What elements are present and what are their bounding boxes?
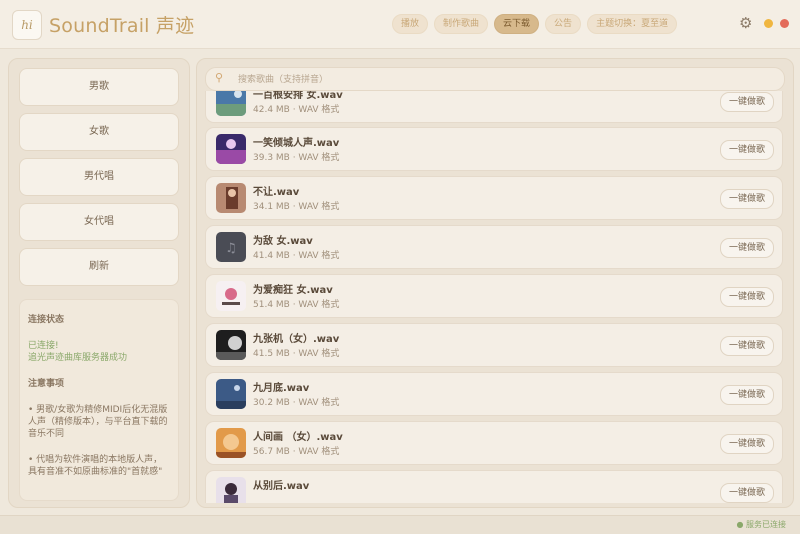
song-title: 人间画 （女）.wav: [253, 432, 343, 443]
song-meta: 42.4 MB · WAV 格式: [253, 105, 340, 115]
gear-icon[interactable]: ⚙: [739, 14, 752, 32]
song-title: 不让.wav: [253, 187, 300, 198]
list-item: 一笑倾城人声.wav 39.3 MB · WAV 格式 一键做歌: [205, 127, 783, 171]
make-song-button[interactable]: 一键做歌: [719, 189, 774, 209]
tab-theme-switch[interactable]: 主题切换：夏至道: [587, 14, 678, 34]
search-input[interactable]: [236, 71, 760, 89]
song-title: 为敌 女.wav: [253, 236, 313, 247]
notes-heading: 注意事项: [28, 379, 65, 389]
app-window: hi SoundTrail 声迹 播放 制作歌曲 云下载 公告 主题切换：夏至道…: [0, 0, 800, 534]
minimize-button[interactable]: [764, 19, 773, 28]
make-song-button[interactable]: 一键做歌: [719, 434, 774, 454]
sidebar-item-female-cover[interactable]: 女代唱: [19, 203, 179, 241]
song-meta: 34.1 MB · WAV 格式: [253, 202, 340, 212]
app-title: SoundTrail 声迹: [49, 15, 195, 37]
album-cover: [216, 330, 246, 360]
tab-announcements[interactable]: 公告: [545, 14, 582, 34]
list-item: ♫ 为敌 女.wav 41.4 MB · WAV 格式 一键做歌: [205, 225, 783, 269]
logo-text: hi: [21, 18, 33, 32]
song-meta: 41.5 MB · WAV 格式: [253, 349, 340, 359]
list-item: 为爱痴狂 女.wav 51.4 MB · WAV 格式 一键做歌: [205, 274, 783, 318]
list-item: 不让.wav 34.1 MB · WAV 格式 一键做歌: [205, 176, 783, 220]
song-title: 一笑倾城人声.wav: [253, 138, 340, 149]
song-meta: 39.3 MB · WAV 格式: [253, 153, 340, 163]
song-meta: 56.7 MB · WAV 格式: [253, 447, 340, 457]
list-item: 人间画 （女）.wav 56.7 MB · WAV 格式 一键做歌: [205, 421, 783, 465]
song-meta: 30.2 MB · WAV 格式: [253, 398, 340, 408]
album-cover: [216, 379, 246, 409]
album-cover: [216, 477, 246, 503]
tab-make-song[interactable]: 制作歌曲: [434, 14, 489, 34]
song-title: 从别后.wav: [253, 481, 310, 492]
song-title: 九张机（女）.wav: [253, 334, 340, 345]
album-cover: [216, 183, 246, 213]
top-nav: 播放 制作歌曲 云下载 公告 主题切换：夏至道: [392, 14, 678, 34]
list-item: 九张机（女）.wav 41.5 MB · WAV 格式 一键做歌: [205, 323, 783, 367]
sidebar-item-female-songs[interactable]: 女歌: [19, 113, 179, 151]
make-song-button[interactable]: 一键做歌: [719, 92, 774, 112]
list-item: 从别后.wav 一键做歌: [205, 470, 783, 503]
make-song-button[interactable]: 一键做歌: [719, 483, 774, 503]
status-bar: ● 服务已连接: [0, 515, 800, 534]
make-song-button[interactable]: 一键做歌: [719, 238, 774, 258]
album-cover: [216, 281, 246, 311]
sidebar-item-male-cover[interactable]: 男代唱: [19, 158, 179, 196]
status-heading: 连接状态: [28, 315, 65, 325]
album-cover: [216, 134, 246, 164]
search-icon: ⚲: [215, 71, 224, 84]
search-bar: ⚲: [205, 67, 785, 91]
note-item: • 男歌/女歌为精修MIDI后化无混版人声（精修版本），与平台直下载的音乐不同: [28, 405, 168, 439]
album-cover: ♫: [216, 232, 246, 262]
connection-status-card: 连接状态 已连接! 追光声迹曲库服务器成功 注意事项 • 男歌/女歌为精修MID…: [19, 299, 179, 501]
make-song-button[interactable]: 一键做歌: [719, 140, 774, 160]
tab-play[interactable]: 播放: [392, 14, 429, 34]
list-item: 一百根安排 女.wav 42.4 MB · WAV 格式 一键做歌: [205, 91, 783, 123]
note-item: • 代唱为软件演唱的本地版人声，具有音准不如原曲标准的"首就感": [28, 455, 163, 477]
status-detail: 追光声迹曲库服务器成功: [28, 353, 128, 363]
song-list-panel: ⚲ 一百根安排 女.wav 42.4 MB · WAV 格式 一键做歌 一笑倾城…: [196, 58, 794, 508]
song-meta: 41.4 MB · WAV 格式: [253, 251, 340, 261]
sidebar-item-male-songs[interactable]: 男歌: [19, 68, 179, 106]
svg-text:♫: ♫: [225, 241, 237, 256]
title-bar: hi SoundTrail 声迹 播放 制作歌曲 云下载 公告 主题切换：夏至道…: [0, 0, 800, 49]
close-button[interactable]: [780, 19, 789, 28]
song-title: 一百根安排 女.wav: [253, 91, 343, 101]
make-song-button[interactable]: 一键做歌: [719, 385, 774, 405]
app-logo: hi: [12, 10, 42, 40]
song-meta: 51.4 MB · WAV 格式: [253, 300, 340, 310]
sidebar: 男歌 女歌 男代唱 女代唱 刷新 连接状态 已连接! 追光声迹曲库服务器成功 注…: [8, 58, 190, 508]
connection-status: ● 服务已连接: [736, 520, 786, 529]
make-song-button[interactable]: 一键做歌: [719, 287, 774, 307]
song-list: 一百根安排 女.wav 42.4 MB · WAV 格式 一键做歌 一笑倾城人声…: [205, 91, 783, 503]
tab-cloud-download[interactable]: 云下载: [494, 14, 540, 34]
refresh-button[interactable]: 刷新: [19, 248, 179, 286]
make-song-button[interactable]: 一键做歌: [719, 336, 774, 356]
song-title: 为爱痴狂 女.wav: [253, 285, 333, 296]
song-title: 九月底.wav: [253, 383, 310, 394]
album-cover: [216, 91, 246, 116]
album-cover: [216, 428, 246, 458]
list-item: 九月底.wav 30.2 MB · WAV 格式 一键做歌: [205, 372, 783, 416]
